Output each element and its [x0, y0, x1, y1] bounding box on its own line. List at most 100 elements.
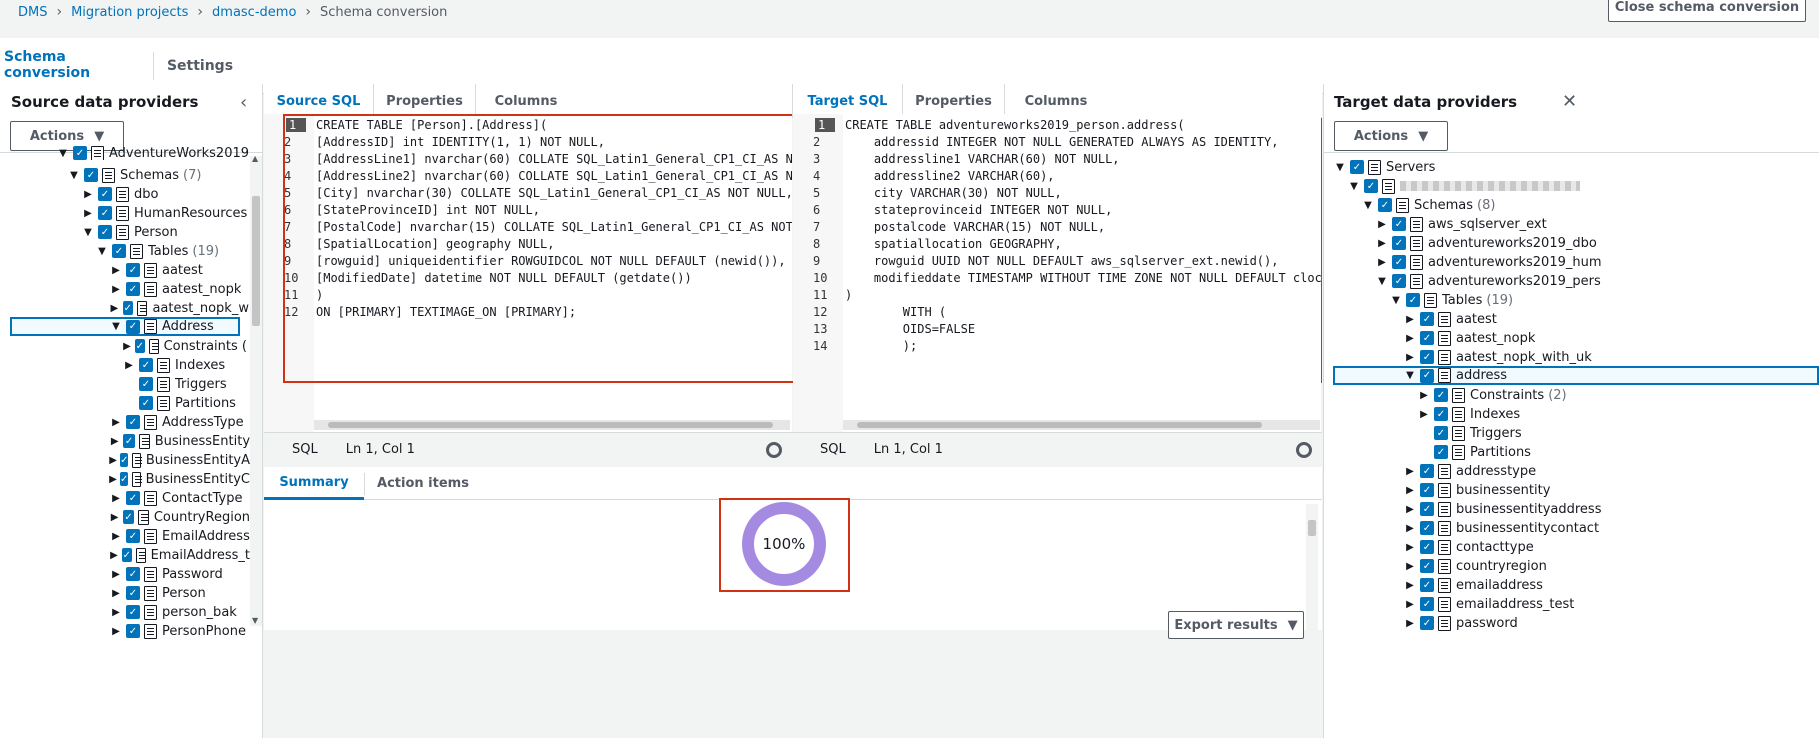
- checkbox-checked[interactable]: ✓: [122, 301, 134, 315]
- checkbox-checked[interactable]: ✓: [126, 586, 140, 600]
- checkbox-checked[interactable]: ✓: [84, 168, 98, 182]
- checkbox-checked[interactable]: ✓: [1434, 388, 1448, 402]
- source-editor-tabs: Source SQL Properties Columns: [264, 84, 792, 118]
- checkbox-checked[interactable]: ✓: [98, 206, 112, 220]
- checkbox-checked[interactable]: ✓: [98, 187, 112, 201]
- tab-source-properties[interactable]: Properties: [374, 84, 476, 118]
- checkbox-checked[interactable]: ✓: [119, 472, 129, 486]
- checkbox-checked[interactable]: ✓: [1392, 236, 1406, 250]
- export-results-button[interactable]: Export results ▼: [1168, 611, 1304, 639]
- tab-source-sql[interactable]: Source SQL: [264, 84, 374, 118]
- summary-scrollbar-thumb[interactable]: [1308, 520, 1316, 536]
- target-hscrollbar[interactable]: [843, 420, 1320, 430]
- checkbox-checked[interactable]: ✓: [1364, 179, 1378, 193]
- checkbox-checked[interactable]: ✓: [139, 396, 153, 410]
- tab-target-sql[interactable]: Target SQL: [793, 84, 903, 118]
- checkbox-checked[interactable]: ✓: [126, 491, 140, 505]
- checkbox-checked[interactable]: ✓: [1420, 540, 1434, 554]
- scroll-up-icon[interactable]: ▲: [252, 154, 258, 163]
- checkbox-checked[interactable]: ✓: [1350, 160, 1364, 174]
- checkbox-checked[interactable]: ✓: [123, 510, 135, 524]
- checkbox-checked[interactable]: ✓: [123, 434, 135, 448]
- table-icon: [144, 604, 157, 620]
- tree-label: aatest_nopk_w: [152, 300, 249, 316]
- collapse-left-icon[interactable]: ‹: [240, 92, 247, 113]
- summary-scrollbar[interactable]: [1306, 504, 1318, 630]
- table-icon: [1438, 311, 1451, 327]
- checkbox-checked[interactable]: ✓: [1420, 502, 1434, 516]
- checkbox-checked[interactable]: ✓: [1392, 255, 1406, 269]
- checkbox-checked[interactable]: ✓: [1420, 312, 1434, 326]
- tree-node-table[interactable]: ▶ ✓ PersonPhone: [109, 620, 246, 642]
- gear-icon[interactable]: [766, 442, 782, 458]
- checkbox-checked[interactable]: ✓: [73, 146, 87, 160]
- checkbox-checked[interactable]: ✓: [134, 339, 145, 353]
- tree-node-address[interactable]: ▼ ✓ Address: [10, 317, 240, 336]
- target-sql-editor[interactable]: 1 CREATE TABLE adventureworks2019_person.…: [793, 114, 1321, 432]
- code-text: addressid INTEGER NOT NULL GENERATED ALW…: [845, 134, 1279, 149]
- checkbox-checked[interactable]: ✓: [1420, 578, 1434, 592]
- checkbox-checked[interactable]: ✓: [126, 624, 140, 638]
- breadcrumb-project[interactable]: dmasc-demo: [212, 5, 296, 20]
- tree-label: Person: [162, 585, 206, 601]
- checkbox-checked[interactable]: ✓: [1406, 293, 1420, 307]
- checkbox-checked[interactable]: ✓: [1420, 350, 1434, 364]
- table-icon: [132, 452, 143, 468]
- tab-action-items[interactable]: Action items: [365, 467, 481, 500]
- checkbox-checked[interactable]: ✓: [1378, 198, 1392, 212]
- breadcrumb: DMS › Migration projects › dmasc-demo › …: [18, 2, 447, 22]
- tree-node-adventureworks2019[interactable]: ▼ ✓ AdventureWorks2019: [56, 146, 249, 160]
- checkbox-checked[interactable]: ✓: [1434, 426, 1448, 440]
- source-scrollbar-thumb[interactable]: [252, 196, 260, 326]
- checkbox-checked[interactable]: ✓: [1420, 597, 1434, 611]
- folder-icon: [130, 243, 143, 259]
- caret-down-icon: ▼: [1392, 294, 1400, 306]
- scroll-down-icon[interactable]: ▼: [252, 616, 258, 625]
- checkbox-checked[interactable]: ✓: [126, 282, 140, 296]
- checkbox-checked[interactable]: ✓: [1420, 331, 1434, 345]
- source-hscrollbar[interactable]: [314, 420, 790, 430]
- tree-node-table[interactable]: ▶ ✓ password: [1403, 612, 1518, 634]
- tab-target-columns[interactable]: Columns: [1005, 84, 1107, 118]
- folder-icon: [148, 338, 159, 354]
- tab-summary[interactable]: Summary: [264, 467, 364, 500]
- checkbox-checked[interactable]: ✓: [98, 225, 112, 239]
- checkbox-checked[interactable]: ✓: [1392, 217, 1406, 231]
- close-icon[interactable]: ✕: [1562, 91, 1577, 112]
- tab-source-columns[interactable]: Columns: [476, 84, 576, 118]
- checkbox-checked[interactable]: ✓: [112, 244, 126, 258]
- checkbox-checked[interactable]: ✓: [126, 529, 140, 543]
- tree-node-aatest-nopk-with-uk[interactable]: ▶ ✓ aatest_nopk_with_uk: [1403, 346, 1592, 368]
- checkbox-checked[interactable]: ✓: [120, 453, 129, 467]
- checkbox-checked[interactable]: ✓: [1420, 368, 1434, 383]
- checkbox-checked[interactable]: ✓: [139, 358, 153, 372]
- checkbox-checked[interactable]: ✓: [126, 605, 140, 619]
- checkbox-checked[interactable]: ✓: [126, 567, 140, 581]
- breadcrumb-dms[interactable]: DMS: [18, 5, 47, 20]
- checkbox-checked[interactable]: ✓: [1392, 274, 1406, 288]
- caret-down-icon: ▼: [1336, 161, 1344, 173]
- gear-icon[interactable]: [1296, 442, 1312, 458]
- close-schema-conversion-button[interactable]: Close schema conversion: [1608, 0, 1806, 22]
- checkbox-checked[interactable]: ✓: [1434, 407, 1448, 421]
- checkbox-checked[interactable]: ✓: [139, 377, 153, 391]
- checkbox-checked[interactable]: ✓: [126, 263, 140, 277]
- checkbox-checked[interactable]: ✓: [1420, 483, 1434, 497]
- checkbox-checked[interactable]: ✓: [126, 319, 140, 334]
- checkbox-checked[interactable]: ✓: [126, 415, 140, 429]
- tree-node-address[interactable]: ▼ ✓ address: [1333, 366, 1819, 385]
- checkbox-checked[interactable]: ✓: [1420, 464, 1434, 478]
- target-hscrollbar-thumb[interactable]: [857, 422, 1262, 428]
- checkbox-checked[interactable]: ✓: [121, 548, 132, 562]
- source-hscrollbar-thumb[interactable]: [328, 422, 773, 428]
- target-actions-button[interactable]: Actions ▼: [1334, 121, 1448, 151]
- tree-node-aatest-nopk-w[interactable]: ▶ ✓ aatest_nopk_w: [109, 297, 249, 319]
- checkbox-checked[interactable]: ✓: [1420, 616, 1434, 630]
- source-scrollbar[interactable]: [250, 156, 262, 626]
- table-icon: [1438, 368, 1451, 383]
- tab-target-properties[interactable]: Properties: [903, 84, 1005, 118]
- checkbox-checked[interactable]: ✓: [1434, 445, 1448, 459]
- breadcrumb-migration-projects[interactable]: Migration projects: [71, 5, 188, 20]
- checkbox-checked[interactable]: ✓: [1420, 559, 1434, 573]
- checkbox-checked[interactable]: ✓: [1420, 521, 1434, 535]
